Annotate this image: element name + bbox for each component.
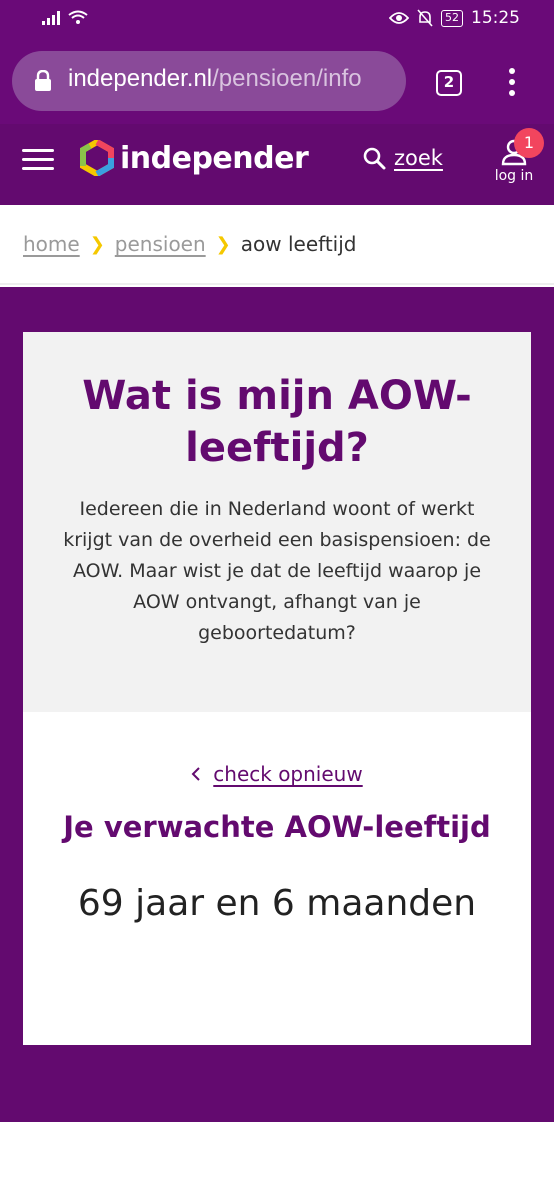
clock: 15:25 xyxy=(471,8,520,28)
login-button[interactable]: log in 1 xyxy=(490,128,544,184)
wifi-icon xyxy=(68,10,88,24)
status-left xyxy=(42,10,88,25)
address-bar[interactable]: independer.nl/pensioen/info xyxy=(12,51,406,111)
search-icon xyxy=(363,147,386,170)
logo-hexagon-icon xyxy=(80,140,114,176)
result-value: 69 jaar en 6 maanden xyxy=(77,883,477,924)
breadcrumb: home ❯ pensioen ❯ aow leeftijd xyxy=(0,205,554,285)
breadcrumb-home[interactable]: home xyxy=(23,232,80,256)
check-again-label: check opnieuw xyxy=(213,762,363,786)
site-header: independer zoek log in 1 xyxy=(0,124,554,205)
status-right: 52 15:25 xyxy=(389,8,520,28)
signal-icon xyxy=(42,11,60,25)
url-path: /pensioen/info xyxy=(212,65,362,92)
page-footer-area xyxy=(0,1122,554,1200)
logo-text: independer xyxy=(120,140,309,176)
chevron-right-icon: ❯ xyxy=(215,233,231,255)
result-panel: check opnieuw Je verwachte AOW-leeftijd … xyxy=(23,712,531,1045)
main-section: Wat is mijn AOW-leeftijd? Iedereen die i… xyxy=(0,287,554,1122)
intro-description: Iedereen die in Nederland woont of werkt… xyxy=(63,498,491,644)
breadcrumb-pensioen[interactable]: pensioen xyxy=(115,232,206,256)
battery-indicator: 52 xyxy=(441,9,463,27)
bell-muted-icon xyxy=(417,9,433,27)
login-label: log in xyxy=(494,168,534,184)
chevron-right-icon: ❯ xyxy=(89,233,105,255)
lock-icon xyxy=(35,70,51,91)
tab-switcher-button[interactable]: 2 xyxy=(436,70,462,96)
intro-panel: Wat is mijn AOW-leeftijd? Iedereen die i… xyxy=(23,332,531,712)
browser-toolbar: independer.nl/pensioen/info 2 xyxy=(0,38,554,124)
search-label: zoek xyxy=(394,146,443,170)
breadcrumb-current: aow leeftijd xyxy=(240,232,357,256)
url-text: independer.nl/pensioen/info xyxy=(68,65,362,93)
url-domain: independer.nl xyxy=(68,65,213,92)
chevron-left-icon xyxy=(191,767,200,781)
eye-icon xyxy=(389,12,409,24)
aow-card: Wat is mijn AOW-leeftijd? Iedereen die i… xyxy=(23,332,531,1045)
hamburger-menu-icon[interactable] xyxy=(22,149,54,171)
page-title: Wat is mijn AOW-leeftijd? xyxy=(82,373,472,471)
result-title: Je verwachte AOW-leeftijd xyxy=(63,810,491,844)
notification-badge: 1 xyxy=(514,128,544,158)
check-again-link[interactable]: check opnieuw xyxy=(191,762,363,786)
status-bar: 52 15:25 xyxy=(0,0,554,38)
site-logo[interactable]: independer xyxy=(80,140,309,176)
search-link[interactable]: zoek xyxy=(362,146,443,170)
browser-menu-icon[interactable] xyxy=(500,68,524,98)
